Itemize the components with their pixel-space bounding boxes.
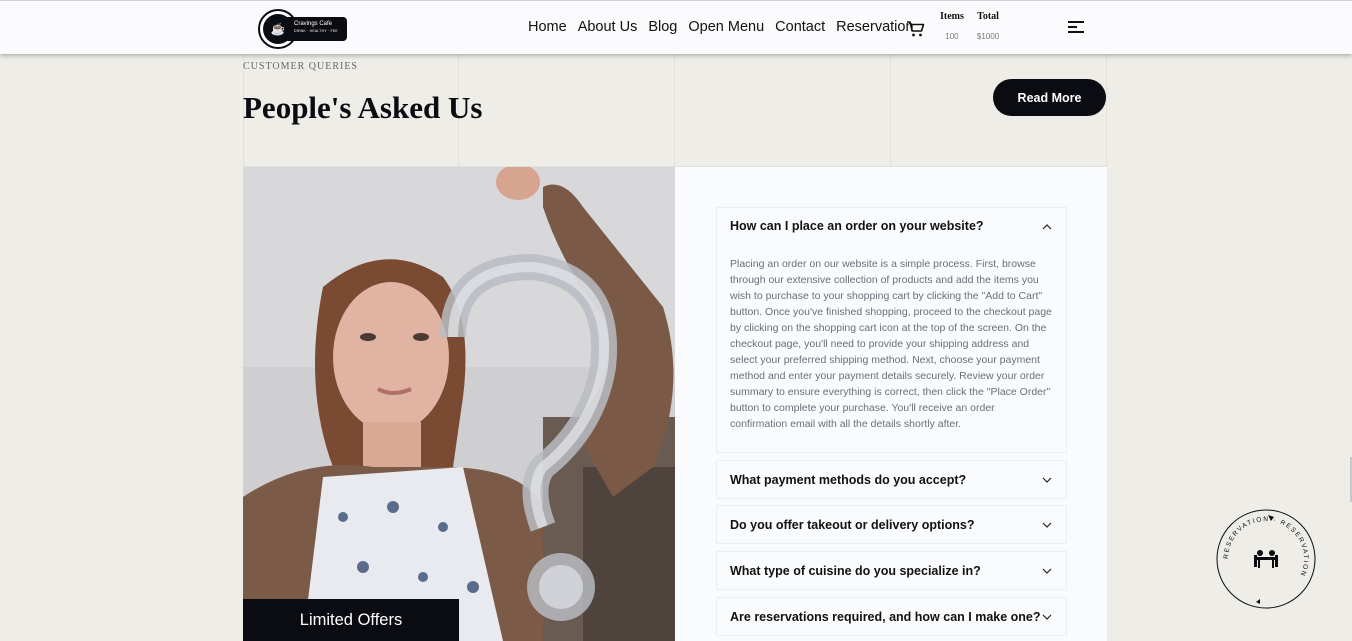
items-value: 100 — [945, 32, 959, 41]
chevron-down-icon[interactable] — [1042, 475, 1052, 485]
logo-tagline: DRINK · HEALTHY · FEE — [294, 29, 338, 33]
total-label: Total — [977, 11, 999, 22]
site-header: ☕ Cravings Cafe DRINK · HEALTHY · FEE Ho… — [0, 0, 1352, 54]
nav-contact[interactable]: Contact — [775, 19, 825, 35]
section-eyebrow: CUSTOMER QUERIES — [243, 61, 358, 72]
logo-name: Cravings Cafe — [294, 21, 333, 27]
nav-blog[interactable]: Blog — [648, 19, 677, 35]
total-value: $1000 — [976, 32, 1000, 41]
grid-line — [674, 54, 675, 167]
read-more-button[interactable]: Read More — [993, 79, 1106, 116]
faq-item-open: How can I place an order on your website… — [716, 207, 1067, 453]
hamburger-menu-icon[interactable] — [1068, 21, 1084, 33]
faq-question[interactable]: Are reservations required, and how can I… — [730, 610, 1041, 624]
chevron-down-icon[interactable] — [1042, 520, 1052, 530]
reservation-badge[interactable]: RESERVATION · RESERVATION — [1216, 509, 1316, 609]
faq-item[interactable]: Do you offer takeout or delivery options… — [716, 505, 1067, 544]
grid-line — [1106, 54, 1107, 167]
faq-question[interactable]: Do you offer takeout or delivery options… — [730, 518, 974, 532]
chevron-up-icon[interactable] — [1042, 222, 1052, 232]
nav-open-menu[interactable]: Open Menu — [688, 19, 764, 35]
logo-label: Cravings Cafe DRINK · HEALTHY · FEE — [284, 17, 347, 41]
faq-photo — [243, 167, 675, 641]
cart-items: Items 100 — [940, 11, 964, 41]
faq-item[interactable]: What payment methods do you accept? — [716, 460, 1067, 499]
faq-answer: Placing an order on our website is a sim… — [730, 258, 1052, 430]
faq-item[interactable]: What type of cuisine do you specialize i… — [716, 551, 1067, 590]
grid-line — [890, 54, 891, 167]
cart-icon[interactable] — [906, 19, 926, 39]
section-title: People's Asked Us — [243, 90, 483, 125]
chevron-down-icon[interactable] — [1042, 612, 1052, 622]
faq-question[interactable]: What type of cuisine do you specialize i… — [730, 564, 981, 578]
cart-total: Total $1000 — [977, 11, 999, 41]
faq-question[interactable]: How can I place an order on your website… — [730, 219, 984, 233]
limited-offers-label[interactable]: Limited Offers — [243, 599, 459, 641]
cafe-logo[interactable]: ☕ Cravings Cafe DRINK · HEALTHY · FEE — [258, 9, 348, 49]
faq-item[interactable]: Are reservations required, and how can I… — [716, 597, 1067, 636]
nav-reservation[interactable]: Reservation — [836, 19, 913, 35]
nav-home[interactable]: Home — [528, 19, 567, 35]
main-nav: Home About Us Blog Open Menu Contact Res… — [528, 19, 914, 35]
faq-question[interactable]: What payment methods do you accept? — [730, 473, 966, 487]
nav-about-us[interactable]: About Us — [578, 19, 638, 35]
chevron-down-icon[interactable] — [1042, 566, 1052, 576]
items-label: Items — [940, 11, 964, 22]
faq-panel: How can I place an order on your website… — [675, 167, 1107, 641]
cart-summary: Items 100 Total $1000 — [940, 11, 999, 41]
